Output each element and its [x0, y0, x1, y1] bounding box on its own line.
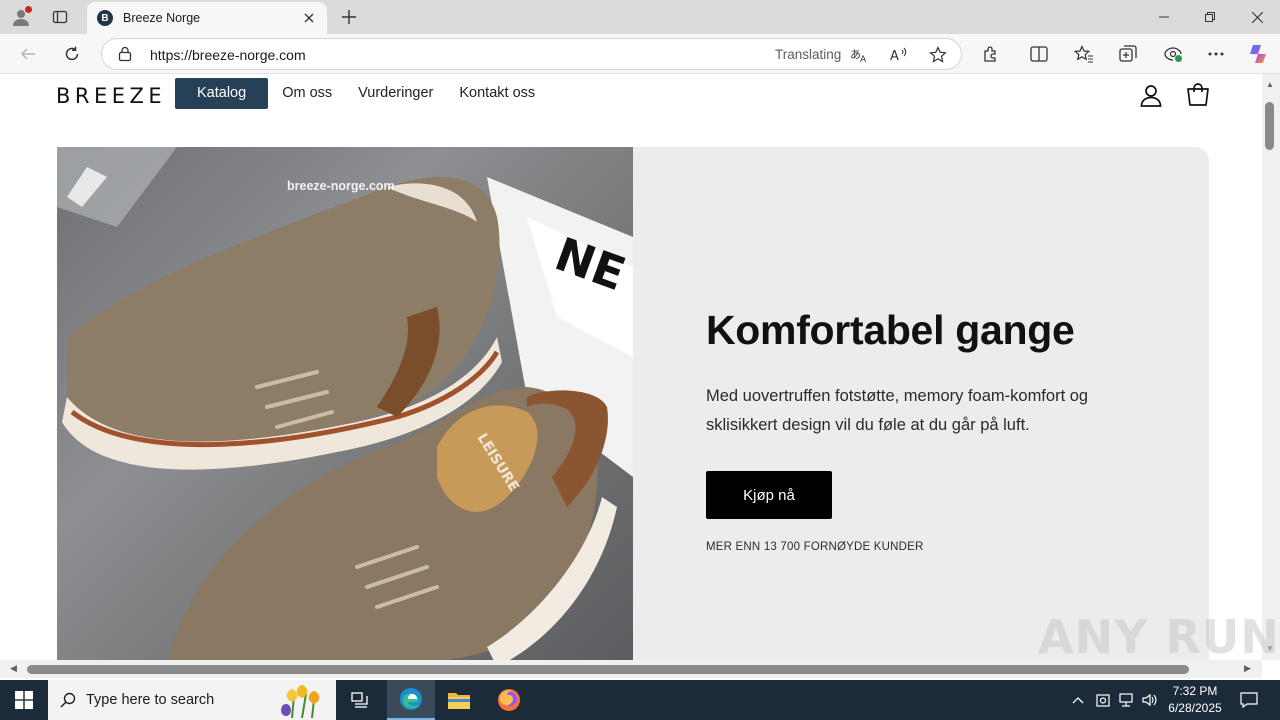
- start-button-icon[interactable]: [0, 680, 48, 720]
- nav-kontakt-oss[interactable]: Kontakt oss: [446, 78, 548, 109]
- site-favicon-icon: B: [97, 10, 113, 26]
- restore-icon[interactable]: [1187, 0, 1233, 34]
- site-logo[interactable]: BREEZE: [56, 84, 166, 108]
- url-text[interactable]: https://breeze-norge.com: [150, 47, 306, 63]
- taskbar-clock[interactable]: 7:32 PM 6/28/2025: [1160, 683, 1230, 717]
- close-window-icon[interactable]: [1234, 0, 1280, 34]
- browser-tab-active[interactable]: B Breeze Norge: [87, 2, 327, 34]
- notification-dot: [25, 6, 32, 13]
- extensions-icon[interactable]: [977, 40, 1005, 68]
- windows-taskbar: Type here to search 7:32 PM 6/28/2025: [0, 680, 1280, 720]
- taskbar-search-box[interactable]: Type here to search: [48, 680, 336, 720]
- scroll-right-arrow-icon[interactable]: ▶: [1244, 663, 1251, 674]
- file-explorer-icon[interactable]: [435, 680, 483, 720]
- lock-icon[interactable]: [118, 46, 132, 67]
- hero-product-image: NE LEISURE breeze-norge.com: [57, 147, 633, 660]
- scroll-up-arrow-icon[interactable]: ▲: [1266, 80, 1274, 89]
- hero-description: Med uovertruffen fotstøtte, memory foam-…: [706, 387, 1089, 434]
- translating-label: Translating: [775, 47, 842, 62]
- tray-security-icon[interactable]: [1093, 680, 1113, 720]
- edge-taskbar-icon[interactable]: [387, 680, 435, 720]
- minimize-icon[interactable]: [1141, 0, 1187, 34]
- cart-icon[interactable]: [1183, 80, 1213, 110]
- copilot-icon[interactable]: [1244, 40, 1272, 68]
- refresh-icon[interactable]: [58, 40, 86, 68]
- scroll-left-arrow-icon[interactable]: ◀: [10, 663, 17, 674]
- translate-icon[interactable]: あA: [848, 44, 870, 66]
- notifications-icon[interactable]: [1234, 680, 1264, 720]
- tab-actions-icon[interactable]: [47, 5, 73, 29]
- tray-overflow-chevron-icon[interactable]: [1068, 680, 1088, 720]
- image-watermark-text: breeze-norge.com: [287, 179, 395, 193]
- vertical-scroll-thumb[interactable]: [1265, 102, 1274, 150]
- search-icon: [60, 692, 76, 708]
- hero-title: Komfortabel gange: [706, 307, 1075, 353]
- vertical-scrollbar[interactable]: ▲ ▼: [1262, 74, 1280, 660]
- new-tab-icon[interactable]: [338, 6, 360, 28]
- flowers-search-highlight-icon: [281, 685, 320, 718]
- tab-close-icon[interactable]: [301, 10, 317, 26]
- firefox-icon[interactable]: [485, 680, 533, 720]
- network-icon[interactable]: [1116, 680, 1136, 720]
- horizontal-scroll-thumb[interactable]: [27, 665, 1189, 674]
- profile-icon[interactable]: [8, 5, 34, 29]
- search-placeholder: Type here to search: [86, 692, 215, 708]
- hero-banner: NE LEISURE breeze-norge.com Komfortabel …: [57, 147, 1209, 660]
- address-bar[interactable]: https://breeze-norge.com Translating あA …: [101, 38, 962, 70]
- more-menu-icon[interactable]: [1202, 40, 1230, 68]
- task-view-icon[interactable]: [336, 680, 384, 720]
- clock-date: 6/28/2025: [1168, 701, 1222, 715]
- account-icon[interactable]: [1136, 80, 1166, 110]
- volume-icon[interactable]: [1140, 680, 1160, 720]
- social-proof-text: MER ENN 13 700 FORNØYDE KUNDER: [706, 541, 924, 553]
- split-screen-icon[interactable]: [1025, 40, 1053, 68]
- nav-katalog[interactable]: Katalog: [175, 78, 269, 109]
- main-nav: Katalog Om oss Vurderinger Kontakt oss: [175, 78, 548, 109]
- buy-now-button[interactable]: Kjøp nå: [706, 471, 832, 519]
- nav-vurderinger[interactable]: Vurderinger: [345, 78, 446, 109]
- favorite-star-icon[interactable]: [927, 44, 949, 66]
- anyrun-watermark: ANY RUN: [1038, 610, 1280, 664]
- back-icon[interactable]: [14, 40, 42, 68]
- svg-text:A: A: [890, 49, 899, 63]
- sneaker-illustration: NE LEISURE: [57, 147, 633, 660]
- read-aloud-icon[interactable]: A: [888, 44, 910, 66]
- collections-icon[interactable]: [1114, 40, 1142, 68]
- tab-title: Breeze Norge: [123, 11, 201, 25]
- browser-toolbar: https://breeze-norge.com Translating あA …: [0, 34, 1280, 74]
- nav-om-oss[interactable]: Om oss: [269, 78, 345, 109]
- favorites-icon[interactable]: [1070, 40, 1098, 68]
- browser-essentials-icon[interactable]: [1159, 40, 1187, 68]
- browser-tab-strip: B Breeze Norge: [0, 0, 1280, 34]
- clock-time: 7:32 PM: [1172, 684, 1218, 698]
- svg-text:A: A: [860, 55, 867, 63]
- web-page: BREEZE Katalog Om oss Vurderinger Kontak…: [0, 74, 1262, 660]
